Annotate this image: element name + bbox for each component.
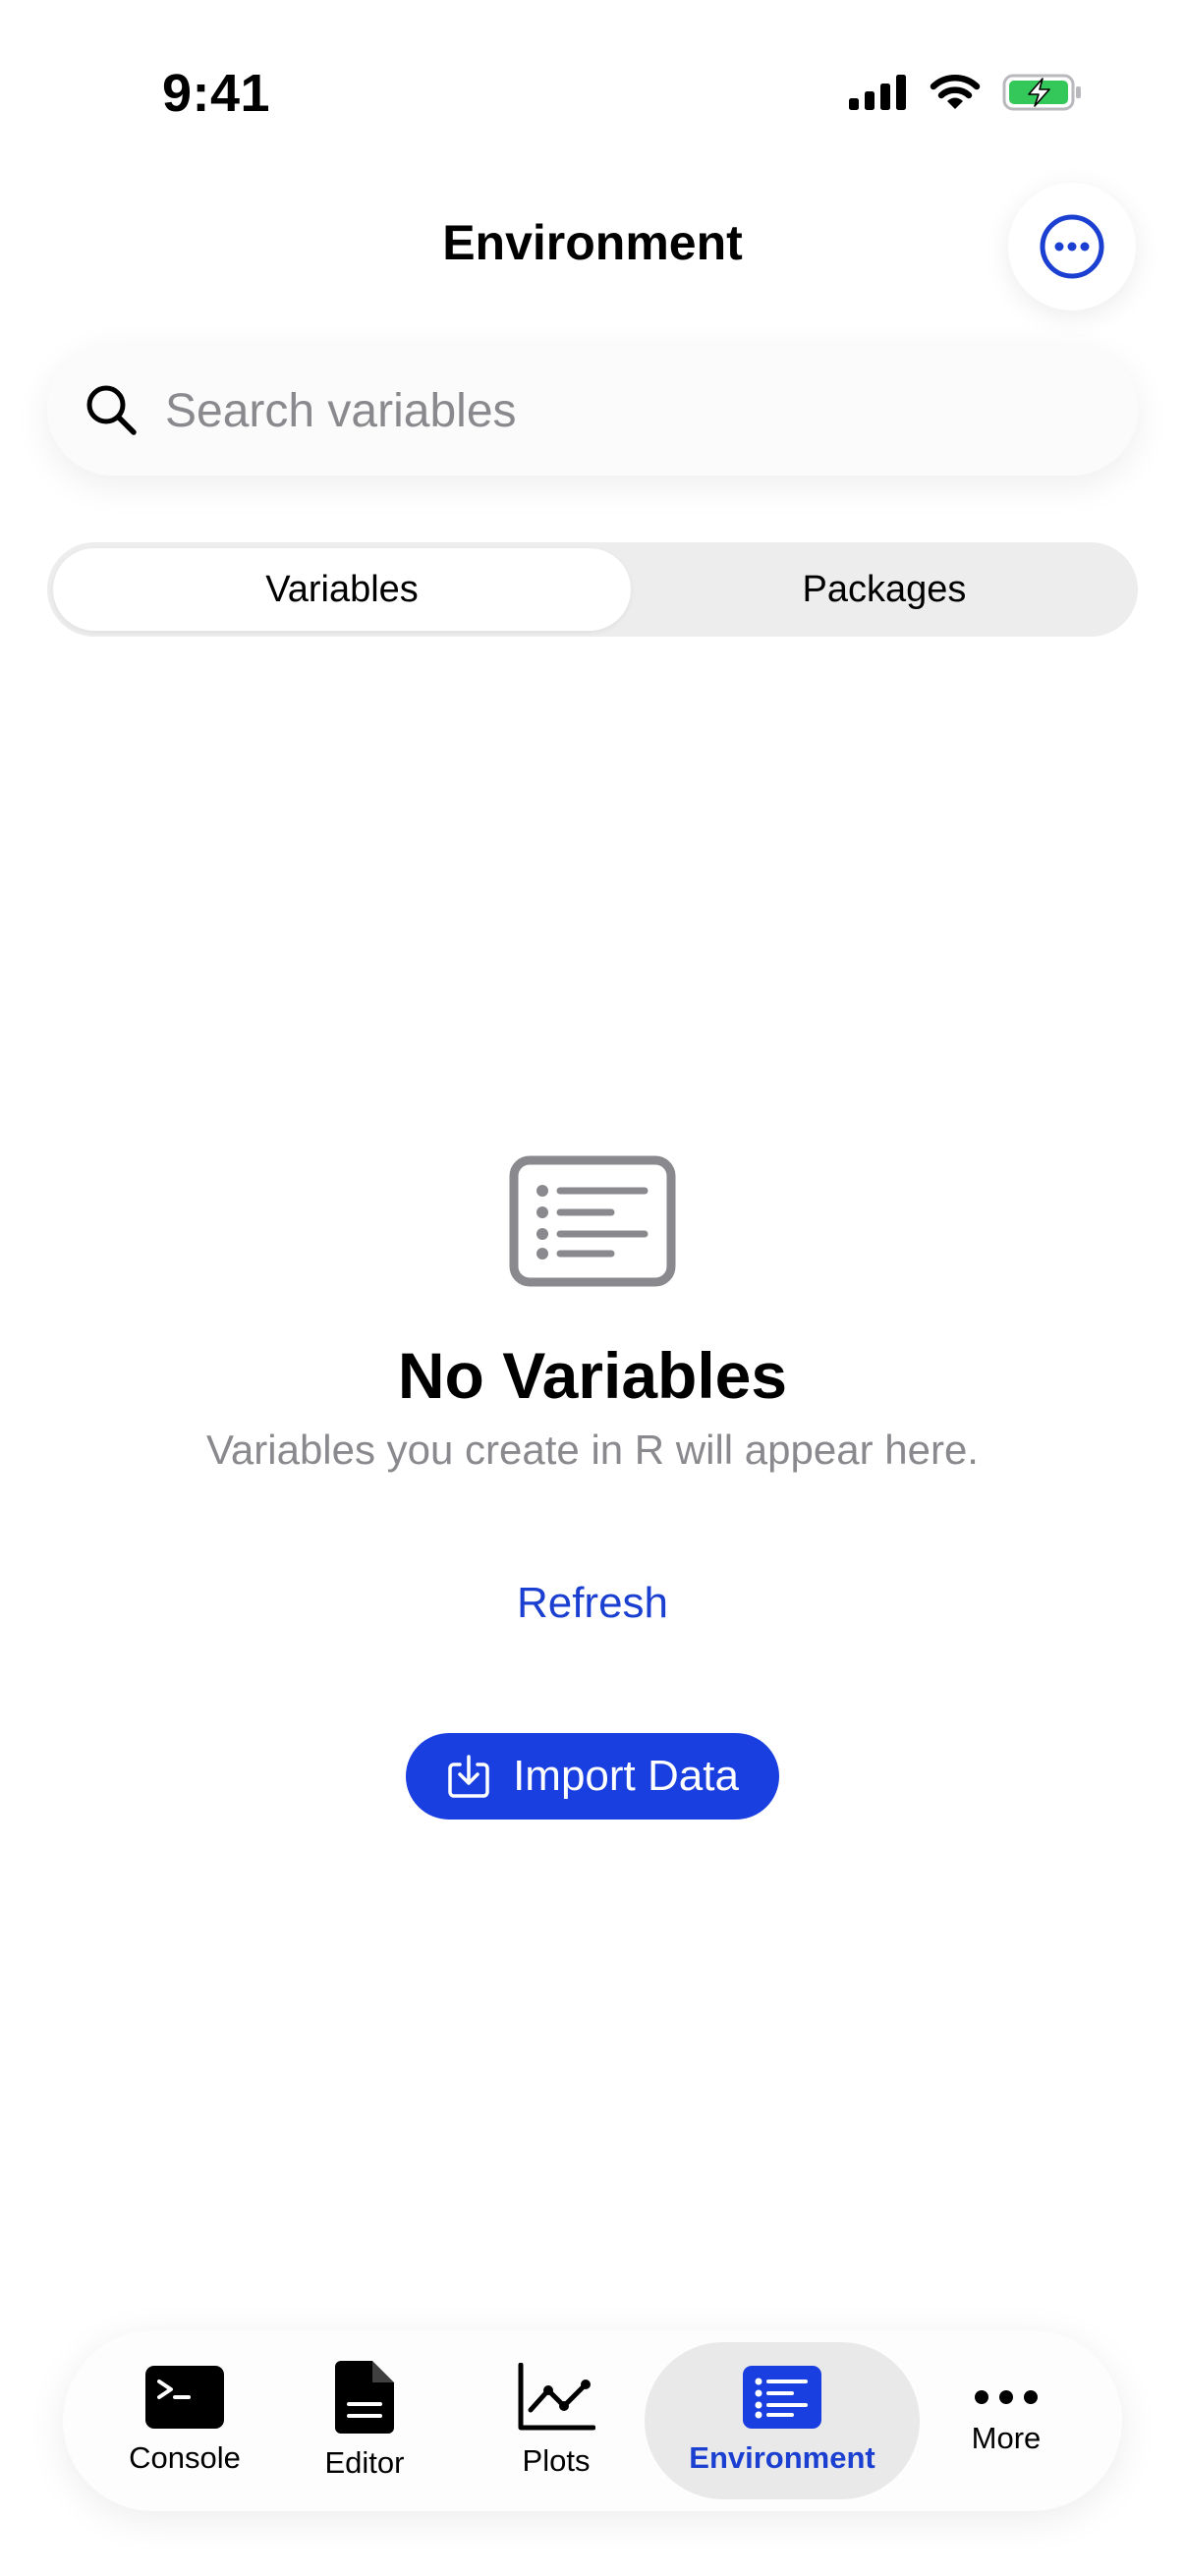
search-input[interactable] — [163, 344, 1110, 477]
tab-label: Plots — [522, 2443, 591, 2478]
more-options-button[interactable] — [1008, 183, 1136, 310]
empty-state-subtitle: Variables you create in R will appear he… — [206, 1427, 979, 1473]
import-data-label: Import Data — [513, 1752, 739, 1800]
battery-charging-icon — [1002, 73, 1083, 117]
refresh-button[interactable]: Refresh — [445, 1572, 740, 1635]
tab-label: Environment — [689, 2440, 875, 2475]
list-icon — [743, 2366, 821, 2429]
status-bar: 9:41 — [0, 0, 1185, 187]
tab-plots[interactable]: Plots — [482, 2342, 630, 2499]
tab-console[interactable]: Console — [106, 2342, 263, 2499]
document-icon — [335, 2361, 394, 2434]
cellular-signal-icon — [849, 75, 908, 115]
ellipsis-circle-icon — [1040, 214, 1104, 279]
segmented-control: Variables Packages — [47, 542, 1138, 637]
tab-label: More — [971, 2421, 1042, 2455]
search-bar[interactable] — [47, 344, 1138, 477]
tab-more[interactable]: More — [928, 2342, 1085, 2499]
tab-editor[interactable]: Editor — [291, 2342, 438, 2499]
chart-line-icon — [518, 2363, 595, 2431]
status-time: 9:41 — [161, 64, 271, 123]
search-icon — [85, 383, 140, 443]
tab-environment[interactable]: Environment — [645, 2342, 920, 2499]
import-data-button[interactable]: Import Data — [406, 1733, 779, 1820]
wifi-icon — [930, 74, 981, 116]
ellipsis-icon — [975, 2390, 1038, 2404]
tab-label: Editor — [324, 2445, 405, 2480]
segment-packages[interactable]: Packages — [637, 548, 1132, 631]
tab-bar: Console Editor Plots Environment More — [63, 2330, 1122, 2511]
list-icon — [509, 1155, 676, 1292]
terminal-icon — [145, 2366, 224, 2429]
tab-label: Console — [129, 2440, 241, 2475]
empty-state-title: No Variables — [397, 1339, 788, 1412]
status-icons — [849, 73, 1083, 117]
environment-screen: 9:41 Environment Search variables Variab… — [0, 0, 1185, 2576]
segment-variables[interactable]: Variables — [53, 548, 631, 631]
import-tray-icon — [448, 1755, 489, 1798]
